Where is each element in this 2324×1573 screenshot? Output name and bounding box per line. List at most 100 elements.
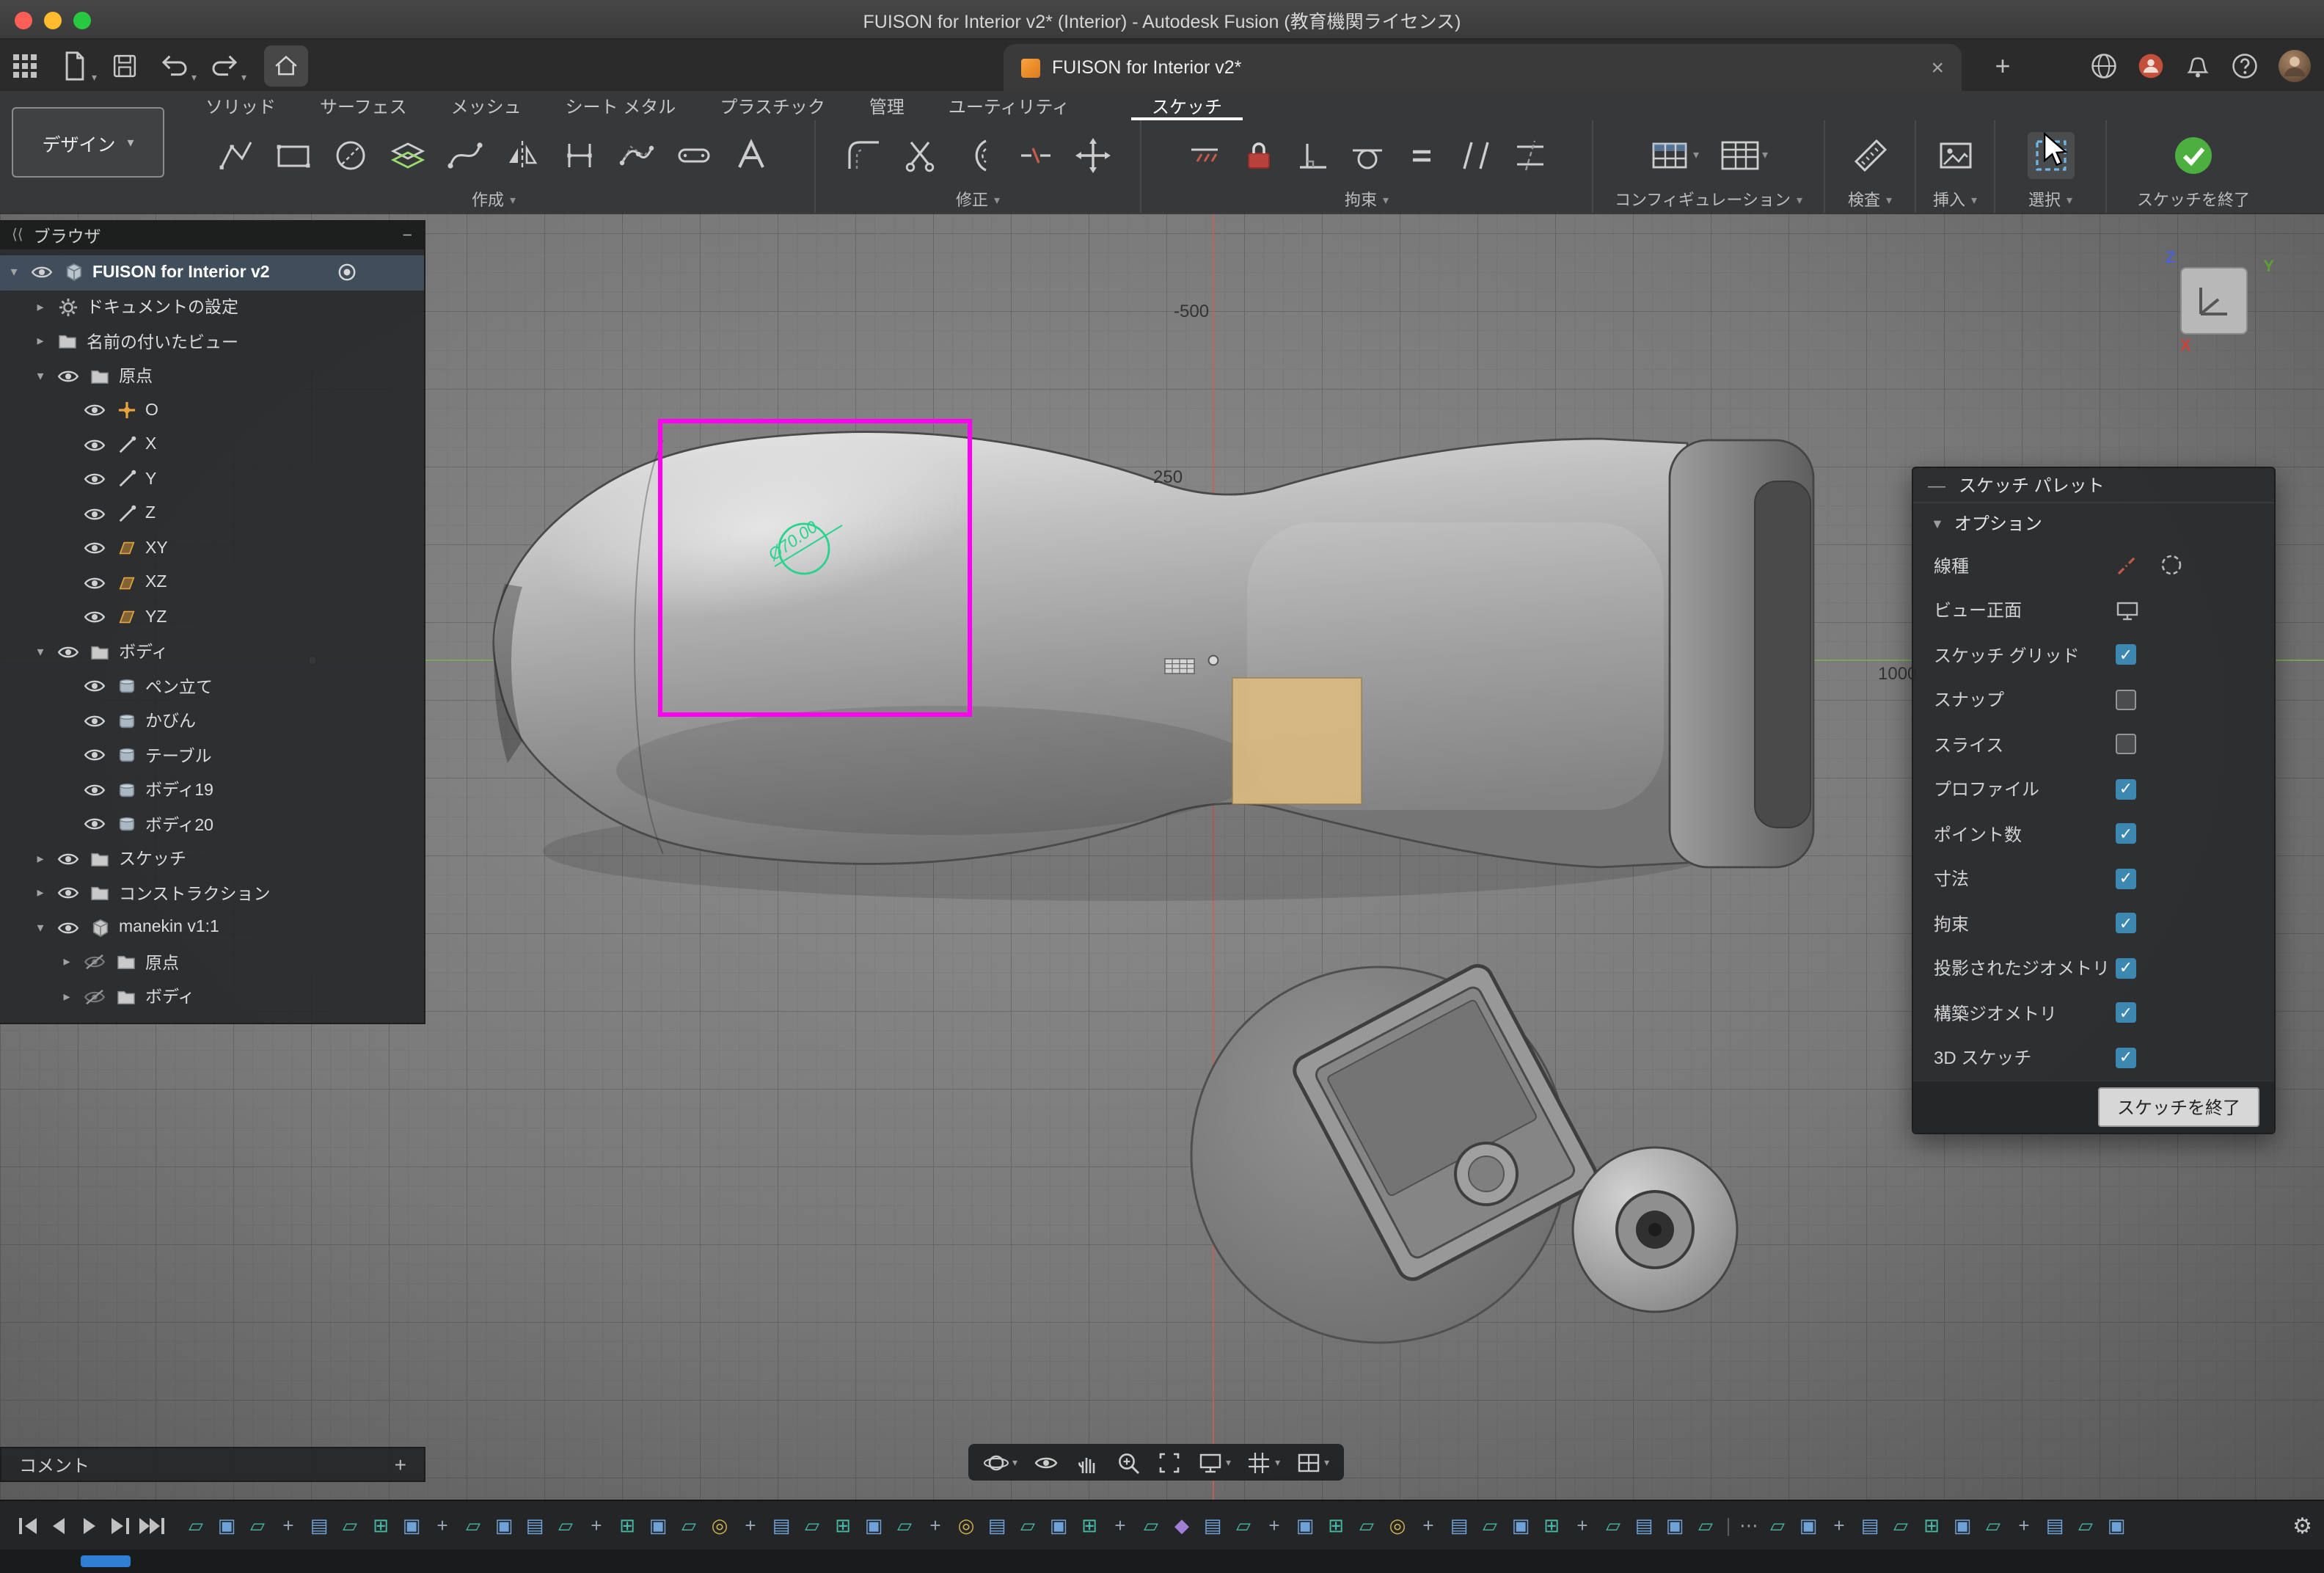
timeline-hole-feature-icon[interactable]: ◎ [954,1513,979,1538]
visibility-eye-icon[interactable] [82,575,107,591]
visibility-eye-icon[interactable] [82,679,107,695]
timeline-move-feature-icon[interactable]: + [430,1513,455,1538]
tree-row[interactable]: ボディ19 [0,773,424,807]
tree-row[interactable]: ▾原点 [0,359,424,393]
timeline-pattern-feature-icon[interactable]: ⊞ [1077,1513,1102,1538]
timeline-sketch-feature-icon[interactable]: ▱ [892,1513,917,1538]
checkbox-checked[interactable] [2116,1048,2136,1068]
timeline-move-feature-icon[interactable]: + [584,1513,609,1538]
timeline-skip-start-icon[interactable] [12,1511,43,1540]
tree-row[interactable]: かびん [0,704,424,738]
viewports-icon[interactable]: ▾ [1289,1449,1335,1475]
visibility-eye-icon[interactable] [56,851,81,867]
perpendicular-constraint-icon[interactable] [1295,137,1330,172]
comments-bar[interactable]: コメント + [0,1447,425,1482]
timeline-skip-end-icon[interactable] [135,1511,166,1540]
tree-row[interactable]: ▾manekin v1:1 [0,910,424,945]
timeline-pattern-feature-icon[interactable]: ⊞ [1323,1513,1348,1538]
tree-row[interactable]: ボディ20 [0,807,424,842]
visibility-eye-icon[interactable] [82,782,107,798]
move-tool-icon[interactable] [1073,136,1111,174]
look-at-view-icon[interactable] [2116,600,2139,621]
visibility-eye-icon[interactable] [82,403,107,419]
tree-row[interactable]: ▸原点 [0,945,424,979]
tree-expand-caret[interactable]: ▸ [32,886,48,902]
lock-constraint-icon[interactable] [1240,137,1276,172]
measure-tool-icon[interactable] [1851,136,1889,174]
timeline-scrollbar[interactable] [81,1555,131,1567]
checkbox-checked[interactable] [2116,958,2136,979]
vase-model[interactable] [1573,1147,1737,1312]
insert-dropdown[interactable]: 挿入▾ [1916,186,1994,213]
horizontal-vertical-constraint-icon[interactable] [1186,137,1221,172]
timeline-box-feature-icon[interactable]: ▣ [646,1513,670,1538]
patch-surface-icon[interactable] [389,136,427,174]
tree-expand-caret[interactable]: ▾ [32,368,48,384]
timeline-settings-gear-icon[interactable]: ⚙ [2292,1512,2312,1539]
redo-icon[interactable]: ▾ [202,45,246,86]
visibility-eye-icon[interactable] [82,541,107,557]
timeline-play-icon[interactable] [73,1511,104,1540]
web-icon[interactable] [2089,51,2119,81]
select-dropdown[interactable]: 選択▾ [1995,186,2105,213]
workspace-selector[interactable]: デザイン ▾ [12,107,164,178]
break-tool-icon[interactable] [1016,136,1054,174]
timeline-move-feature-icon[interactable]: + [1108,1513,1133,1538]
visibility-eye-icon[interactable] [82,437,107,453]
app-menu-icon[interactable] [3,45,47,86]
checkbox-checked[interactable] [2116,1003,2136,1023]
constraints-dropdown[interactable]: 拘束▾ [1141,186,1592,213]
timeline-move-feature-icon[interactable]: + [923,1513,948,1538]
tree-expand-caret[interactable]: ▾ [32,920,48,936]
tree-row[interactable]: Z [0,497,424,531]
palette-options-section[interactable]: ▼ オプション [1913,503,2274,543]
tree-expand-caret[interactable]: ▾ [6,265,22,281]
timeline-sketch-feature-icon[interactable]: ▱ [1888,1513,1913,1538]
timeline-sketch-feature-icon[interactable]: ▱ [245,1513,270,1538]
tree-row[interactable]: ▾FUISON for Interior v2 [0,255,424,290]
control-point-spline-icon[interactable] [618,136,656,174]
timeline-hole-feature-icon[interactable]: ◎ [707,1513,732,1538]
ribbon-tab-7[interactable]: スケッチ [1131,91,1243,120]
ribbon-tab-5[interactable]: 管理 [849,91,925,120]
visibility-eye-off-icon[interactable] [82,955,107,971]
tree-expand-caret[interactable]: ▸ [32,851,48,867]
trim-tool-icon[interactable] [902,136,940,174]
timeline-form-feature-icon[interactable]: ◆ [1169,1513,1194,1538]
checkbox-checked[interactable] [2116,824,2136,844]
parallel-constraint-icon[interactable] [1458,137,1493,172]
document-tab[interactable]: FUISON for Interior v2* × [1004,44,1962,91]
checkbox-checked[interactable] [2116,779,2136,800]
ribbon-tab-3[interactable]: シート メタル [545,91,697,120]
configuration-table-icon[interactable]: ▾ [1718,136,1768,174]
rectangle-tool-icon[interactable] [274,136,313,174]
viewcube[interactable]: Z Y X [2163,247,2274,358]
tangent-constraint-icon[interactable] [1349,137,1384,172]
orbit-icon[interactable]: ▾ [977,1449,1023,1475]
configure-table-icon[interactable]: ▾ [1649,136,1699,174]
activate-component-radio[interactable] [337,263,357,282]
notifications-bell-icon[interactable] [2183,51,2212,81]
timeline-box-feature-icon[interactable]: ▣ [1046,1513,1071,1538]
collapse-panel-icon[interactable]: ⟨⟨ [12,227,23,244]
slot-tool-icon[interactable] [675,136,713,174]
timeline-extrude-feature-icon[interactable]: ▤ [307,1513,332,1538]
timeline-sketch-feature-icon[interactable]: ▱ [2073,1513,2098,1538]
timeline-sketch-feature-icon[interactable]: ▱ [1139,1513,1163,1538]
centerline-linetype-icon[interactable] [2116,554,2139,577]
visibility-eye-icon[interactable] [82,713,107,729]
grid-snap-icon[interactable]: ▾ [1240,1449,1286,1475]
timeline-sketch-feature-icon[interactable]: ▱ [183,1513,208,1538]
timeline-pattern-feature-icon[interactable]: ⊞ [368,1513,393,1538]
tree-row[interactable]: ▸ドキュメントの設定 [0,290,424,324]
tree-expand-caret[interactable]: ▸ [59,989,75,1005]
tree-row[interactable]: ▸名前の付いたビュー [0,324,424,359]
tree-row[interactable]: ペン立て [0,669,424,704]
configuration-dropdown[interactable]: コンフィギュレーション▾ [1593,186,1824,213]
save-icon[interactable] [103,45,147,86]
finish-sketch-icon[interactable] [2171,133,2215,177]
visibility-eye-icon[interactable] [56,886,81,902]
timeline-sketch-feature-icon[interactable]: ▱ [1693,1513,1718,1538]
timeline-sketch-feature-icon[interactable]: ▱ [337,1513,362,1538]
timeline-move-feature-icon[interactable]: + [2011,1513,2036,1538]
